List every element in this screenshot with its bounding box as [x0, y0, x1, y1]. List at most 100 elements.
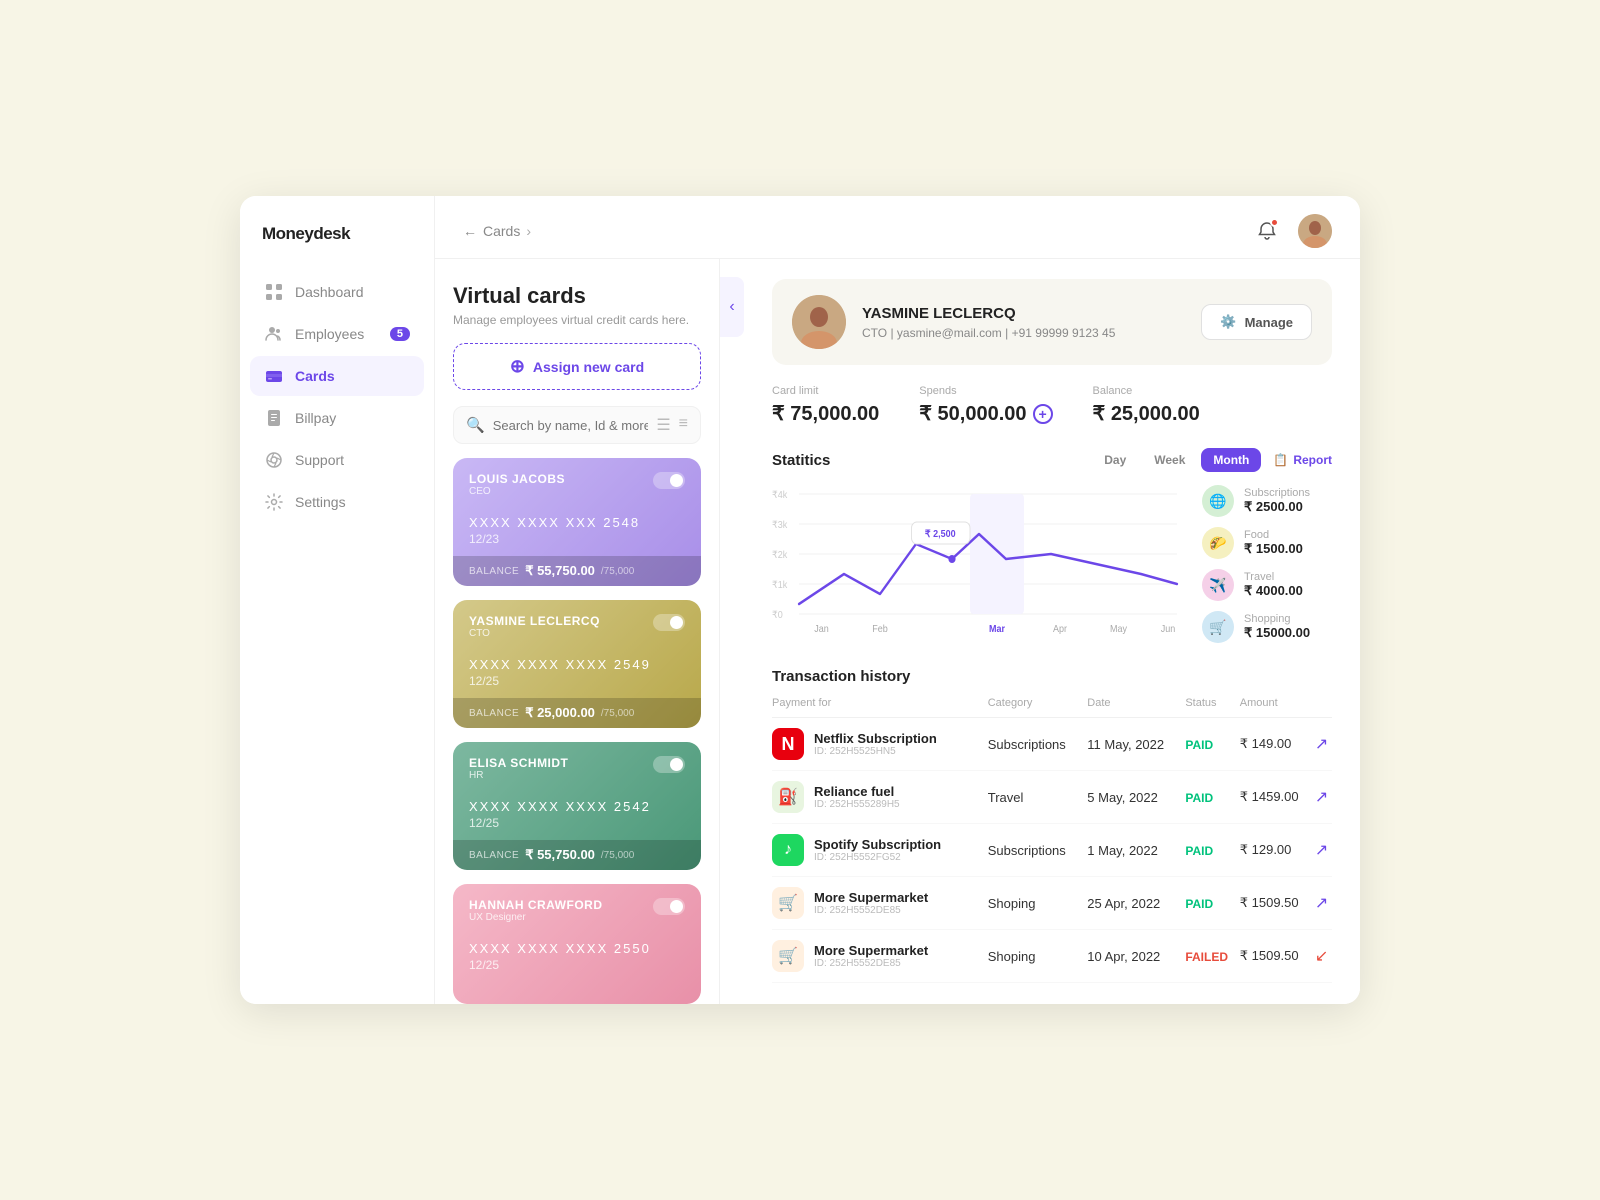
col-status: Status — [1185, 697, 1239, 718]
support-label: Support — [295, 452, 344, 468]
card-list: LOUIS JACOBS CEO XXXX XXXX XXX 2548 12/2… — [453, 458, 701, 1004]
panel-subtitle: Manage employees virtual credit cards he… — [453, 313, 701, 327]
breadcrumb-separator: › — [526, 223, 531, 239]
filter-icon[interactable]: ☰ — [656, 415, 670, 435]
tx-link-4[interactable]: ↙ — [1315, 948, 1328, 965]
spends-plus-button[interactable]: + — [1033, 404, 1053, 424]
sidebar-item-dashboard[interactable]: Dashboard — [250, 272, 424, 312]
sidebar-nav: Dashboard Employees 5 Cards Billpay — [240, 272, 434, 522]
card-2-footer: BALANCE ₹ 55,750.00 /75,000 — [453, 840, 701, 870]
food-icon: 🌮 — [1202, 527, 1234, 559]
settings-icon — [264, 492, 284, 512]
billpay-label: Billpay — [295, 410, 336, 426]
stat-spends: Spends ₹ 50,000.00 + — [919, 385, 1052, 426]
report-button[interactable]: 📋 Report — [1273, 453, 1332, 467]
table-row: ⛽ Reliance fuel ID: 252H555289H5 Travel … — [772, 771, 1332, 824]
chart-section: Statitics Day Week Month 📋 Report — [772, 448, 1332, 644]
virtual-card-3[interactable]: HANNAH CRAWFORD UX Designer XXXX XXXX XX… — [453, 884, 701, 1004]
card-2-name: ELISA SCHMIDT — [469, 756, 568, 770]
sidebar-item-settings[interactable]: Settings — [250, 482, 424, 522]
tx-link-2[interactable]: ↗ — [1315, 842, 1328, 859]
breadcrumb: ← Cards › — [463, 223, 531, 239]
cards-icon — [264, 366, 284, 386]
virtual-card-0[interactable]: LOUIS JACOBS CEO XXXX XXXX XXX 2548 12/2… — [453, 458, 701, 586]
app-logo: Moneydesk — [240, 224, 434, 272]
manage-button[interactable]: ⚙️ Manage — [1201, 304, 1312, 340]
tx-link-1[interactable]: ↗ — [1315, 789, 1328, 806]
card-2-role: HR — [469, 770, 568, 781]
card-1-expiry: 12/25 — [469, 674, 685, 688]
card-0-footer: BALANCE ₹ 55,750.00 /75,000 — [453, 556, 701, 586]
svg-text:₹0: ₹0 — [772, 610, 783, 622]
sidebar-item-billpay[interactable]: Billpay — [250, 398, 424, 438]
table-row: 🛒 More Supermarket ID: 252H5552DE85 Shop… — [772, 877, 1332, 930]
chart-area: ₹4k ₹3k ₹2k ₹1k ₹0 — [772, 484, 1186, 644]
shopping-icon: 🛒 — [1202, 611, 1234, 643]
list-icon[interactable]: ≡ — [679, 415, 688, 435]
card-3-toggle[interactable] — [653, 898, 685, 915]
search-input[interactable] — [493, 418, 649, 433]
transactions-table: Payment for Category Date Status Amount — [772, 697, 1332, 983]
sidebar-item-support[interactable]: Support — [250, 440, 424, 480]
netflix-logo: N — [772, 728, 804, 760]
table-row: 🛒 More Supermarket ID: 252H5552DE85 Shop… — [772, 930, 1332, 983]
tx-title: Transaction history — [772, 668, 1332, 685]
table-row: ♪ Spotify Subscription ID: 252H5552FG52 … — [772, 824, 1332, 877]
detail-panel: YASMINE LECLERCQ CTO | yasmine@mail.com … — [744, 259, 1360, 1004]
card-1-name: YASMINE LECLERCQ — [469, 614, 600, 628]
stat-balance: Balance ₹ 25,000.00 — [1093, 385, 1200, 426]
card-2-toggle[interactable] — [653, 756, 685, 773]
card-1-footer: BALANCE ₹ 25,000.00 /75,000 — [453, 698, 701, 728]
chart-header: Statitics Day Week Month 📋 Report — [772, 448, 1332, 472]
support-icon — [264, 450, 284, 470]
tx-link-0[interactable]: ↗ — [1315, 736, 1328, 753]
card-0-number: XXXX XXXX XXX 2548 — [469, 515, 685, 530]
notification-button[interactable] — [1250, 214, 1284, 248]
virtual-card-2[interactable]: ELISA SCHMIDT HR XXXX XXXX XXXX 2542 12/… — [453, 742, 701, 870]
subscriptions-icon: 🌐 — [1202, 485, 1234, 517]
card-0-toggle[interactable] — [653, 472, 685, 489]
selected-user-meta: CTO | yasmine@mail.com | +91 99999 9123 … — [862, 326, 1115, 340]
card-1-toggle[interactable] — [653, 614, 685, 631]
cards-panel: Virtual cards Manage employees virtual c… — [435, 259, 720, 1004]
card-3-expiry: 12/25 — [469, 958, 685, 972]
sidebar: Moneydesk Dashboard Employees 5 Cards — [240, 196, 435, 1004]
chart-tabs: Day Week Month — [1092, 448, 1261, 472]
status-paid: PAID — [1185, 844, 1213, 858]
breadcrumb-back-arrow[interactable]: ← — [463, 223, 477, 239]
report-icon: 📋 — [1273, 453, 1288, 467]
search-bar: 🔍 ☰ ≡ — [453, 406, 701, 444]
selected-user-name: YASMINE LECLERCQ — [862, 305, 1115, 322]
svg-text:Mar: Mar — [989, 624, 1005, 636]
tab-day[interactable]: Day — [1092, 448, 1138, 472]
collapse-panel-button[interactable]: ‹ — [720, 277, 744, 337]
tx-link-3[interactable]: ↗ — [1315, 895, 1328, 912]
virtual-card-1[interactable]: YASMINE LECLERCQ CTO XXXX XXXX XXXX 2549… — [453, 600, 701, 728]
chart-container: ₹4k ₹3k ₹2k ₹1k ₹0 — [772, 484, 1332, 644]
tab-week[interactable]: Week — [1142, 448, 1197, 472]
col-action — [1315, 697, 1332, 718]
status-paid: PAID — [1185, 897, 1213, 911]
dashboard-label: Dashboard — [295, 284, 364, 300]
legend-food: 🌮 Food ₹ 1500.00 — [1202, 527, 1332, 559]
assign-new-card-button[interactable]: ⊕ Assign new card — [453, 343, 701, 390]
svg-text:Apr: Apr — [1053, 624, 1067, 636]
svg-text:₹3k: ₹3k — [772, 520, 787, 532]
user-avatar-topbar[interactable] — [1298, 214, 1332, 248]
employees-badge: 5 — [390, 327, 410, 341]
card-2-number: XXXX XXXX XXXX 2542 — [469, 799, 685, 814]
svg-text:₹ 2,500: ₹ 2,500 — [925, 529, 956, 541]
app-window: Moneydesk Dashboard Employees 5 Cards — [240, 196, 1360, 1004]
search-icon: 🔍 — [466, 416, 485, 434]
user-card-header: YASMINE LECLERCQ CTO | yasmine@mail.com … — [772, 279, 1332, 365]
topbar: ← Cards › — [435, 196, 1360, 259]
notification-dot — [1270, 218, 1279, 227]
svg-text:₹1k: ₹1k — [772, 580, 787, 592]
sidebar-item-cards[interactable]: Cards — [250, 356, 424, 396]
col-date: Date — [1087, 697, 1185, 718]
card-0-name: LOUIS JACOBS — [469, 472, 565, 486]
svg-text:Jun: Jun — [1161, 624, 1176, 636]
sidebar-item-employees[interactable]: Employees 5 — [250, 314, 424, 354]
tab-month[interactable]: Month — [1201, 448, 1261, 472]
main-area: ← Cards › Virtual cards Manage employees… — [435, 196, 1360, 1004]
